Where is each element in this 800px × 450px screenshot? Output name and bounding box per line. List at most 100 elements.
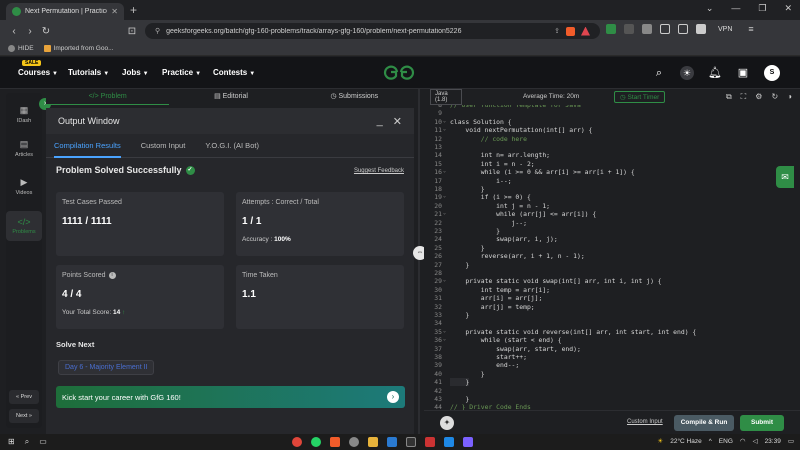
custom-input-link[interactable]: Custom Input bbox=[627, 419, 663, 425]
rewards-icon[interactable] bbox=[581, 26, 590, 36]
sidebar-item-videos[interactable]: ▶ Videos bbox=[6, 177, 42, 196]
chrome-app-icon[interactable] bbox=[292, 437, 302, 447]
tab-compilation-results[interactable]: Compilation Results bbox=[54, 134, 121, 158]
reload-icon[interactable]: ↻ bbox=[38, 26, 54, 37]
sidebar-icon[interactable] bbox=[660, 24, 670, 34]
explorer-app-icon[interactable] bbox=[368, 437, 378, 447]
minimize-icon[interactable]: _ bbox=[377, 115, 383, 128]
fullscreen-icon[interactable]: ⛶ bbox=[741, 92, 747, 102]
settings-app-icon[interactable] bbox=[349, 437, 359, 447]
chevron-down-icon: ▼ bbox=[249, 71, 256, 77]
windows-start-icon[interactable]: ⊞ bbox=[8, 437, 15, 447]
nav-jobs[interactable]: Jobs ▼ bbox=[122, 68, 149, 77]
close-icon[interactable]: ✕ bbox=[393, 115, 402, 128]
maximize-icon[interactable]: ❐ bbox=[758, 3, 766, 14]
cart-icon[interactable]: ▣ bbox=[736, 66, 750, 80]
tab-search-icon[interactable]: ⌄ bbox=[706, 3, 714, 14]
weather-text[interactable]: 22°C Haze bbox=[670, 438, 702, 445]
tab-custom-input[interactable]: Custom Input bbox=[141, 134, 186, 158]
nav-tutorials[interactable]: Tutorials ▼ bbox=[68, 68, 109, 77]
bookmark-imported[interactable]: Imported from Goo... bbox=[43, 45, 114, 52]
nav-contests[interactable]: Contests ▼ bbox=[213, 68, 255, 77]
fold-icon[interactable]: ⌄ bbox=[443, 126, 448, 132]
vscode-app-icon[interactable] bbox=[387, 437, 397, 447]
avatar[interactable]: S bbox=[764, 65, 780, 81]
url-input[interactable]: ⚲ geeksforgeeks.org/batch/gfg-160-proble… bbox=[145, 23, 600, 39]
prev-button[interactable]: « Prev bbox=[9, 390, 39, 404]
fold-icon[interactable]: ⌄ bbox=[443, 118, 448, 124]
next-button[interactable]: Next » bbox=[9, 409, 39, 423]
nav-courses[interactable]: Courses ▼ bbox=[18, 68, 58, 77]
weather-icon[interactable]: ☀ bbox=[657, 437, 663, 445]
extension-icon[interactable] bbox=[606, 24, 616, 34]
bookmark-hide[interactable]: HIDE bbox=[8, 45, 34, 52]
brave-shield-icon[interactable] bbox=[566, 26, 575, 36]
search-icon[interactable]: ⌕ bbox=[652, 66, 666, 80]
tab-ai-bot[interactable]: Y.O.G.I. (AI Bot) bbox=[205, 134, 259, 158]
close-window-icon[interactable]: ✕ bbox=[784, 3, 792, 14]
language-select[interactable]: Java (1.8) bbox=[430, 89, 462, 105]
store-app-icon[interactable] bbox=[444, 437, 454, 447]
suggest-feedback-link[interactable]: Suggest Feedback bbox=[354, 168, 404, 174]
site-info-icon[interactable]: ⚲ bbox=[155, 27, 160, 35]
close-tab-icon[interactable]: ✕ bbox=[111, 7, 118, 16]
settings-icon[interactable]: ⚙ bbox=[755, 92, 762, 102]
sidebar-item-dash[interactable]: ▦ IDash bbox=[6, 105, 42, 124]
vpn-button[interactable]: VPN bbox=[718, 26, 732, 33]
theme-icon[interactable]: ◑ bbox=[787, 92, 792, 102]
minimize-icon[interactable]: — bbox=[731, 3, 740, 14]
fold-icon[interactable]: ⌄ bbox=[443, 210, 448, 216]
career-banner[interactable]: Kick start your career with GfG 160! › bbox=[56, 386, 405, 408]
fold-icon[interactable]: ⌄ bbox=[443, 277, 448, 283]
compile-run-button[interactable]: Compile & Run bbox=[674, 415, 734, 431]
task-view-icon[interactable]: ▭ bbox=[39, 437, 47, 447]
volume-icon[interactable]: ◁ bbox=[753, 437, 758, 445]
reset-icon[interactable]: ↻ bbox=[771, 92, 778, 102]
menu-icon[interactable]: ≡ bbox=[748, 24, 753, 34]
lightbulb-icon[interactable]: ✦ bbox=[440, 416, 454, 430]
notification-icon[interactable]: ▭ bbox=[788, 437, 794, 445]
next-problem-button[interactable]: Day 6 - Majority Element II bbox=[58, 360, 155, 375]
wallet-icon[interactable] bbox=[678, 24, 688, 34]
clock[interactable]: 23:39 bbox=[765, 438, 781, 445]
nav-practice[interactable]: Practice ▼ bbox=[162, 68, 201, 77]
gfg-logo[interactable] bbox=[383, 64, 415, 85]
fold-icon[interactable]: ⌄ bbox=[443, 168, 448, 174]
sidebar-item-problems[interactable]: </> Problems bbox=[6, 211, 42, 241]
office-app-icon[interactable] bbox=[425, 437, 435, 447]
app-icon[interactable] bbox=[463, 437, 473, 447]
wifi-icon[interactable]: ◠ bbox=[740, 437, 746, 445]
terminal-app-icon[interactable] bbox=[406, 437, 416, 447]
whatsapp-app-icon[interactable] bbox=[311, 437, 321, 447]
theme-toggle-icon[interactable]: ☀ bbox=[680, 66, 694, 80]
info-icon[interactable]: i bbox=[108, 272, 116, 279]
code-editor[interactable]: 8// User function Template for Java 9 10 ⌄ c… bbox=[424, 105, 800, 410]
tab-problem[interactable]: </> Problem bbox=[46, 89, 170, 105]
fold-icon[interactable]: ⌄ bbox=[443, 336, 448, 342]
forward-icon[interactable]: › bbox=[22, 26, 38, 37]
back-icon[interactable]: ‹ bbox=[6, 26, 22, 37]
submit-button[interactable]: Submit bbox=[740, 415, 784, 431]
start-timer-button[interactable]: ◷ Start Timer bbox=[614, 91, 666, 103]
extension-icon[interactable] bbox=[624, 24, 634, 34]
brave-app-icon[interactable] bbox=[330, 437, 340, 447]
extension-icon[interactable] bbox=[642, 24, 652, 34]
bell-icon[interactable]: 🔔︎ bbox=[708, 66, 722, 80]
tray-expand-icon[interactable]: ^ bbox=[709, 438, 712, 445]
new-tab-button[interactable]: + bbox=[130, 3, 137, 17]
arrow-right-icon[interactable]: › bbox=[387, 391, 399, 403]
language-indicator[interactable]: ENG bbox=[719, 438, 733, 445]
search-icon[interactable]: ⌕ bbox=[25, 437, 29, 447]
tab-submissions[interactable]: ◷ Submissions bbox=[293, 89, 416, 105]
fold-icon[interactable]: ⌄ bbox=[443, 328, 448, 334]
browser-tab[interactable]: Next Permutation | Practice | Ge ✕ bbox=[6, 3, 124, 20]
tab-editorial[interactable]: ▤ Editorial bbox=[169, 89, 292, 105]
extension-icon[interactable] bbox=[696, 24, 706, 34]
share-icon[interactable]: ⇪ bbox=[554, 27, 560, 35]
chat-icon[interactable]: ✉ bbox=[776, 166, 794, 188]
copy-icon[interactable]: ⧉ bbox=[726, 92, 732, 102]
pane-splitter[interactable] bbox=[418, 89, 420, 434]
bookmark-icon[interactable]: ⊡ bbox=[124, 26, 140, 37]
fold-icon[interactable]: ⌄ bbox=[443, 193, 448, 199]
sidebar-item-articles[interactable]: ▤ Articles bbox=[6, 139, 42, 158]
